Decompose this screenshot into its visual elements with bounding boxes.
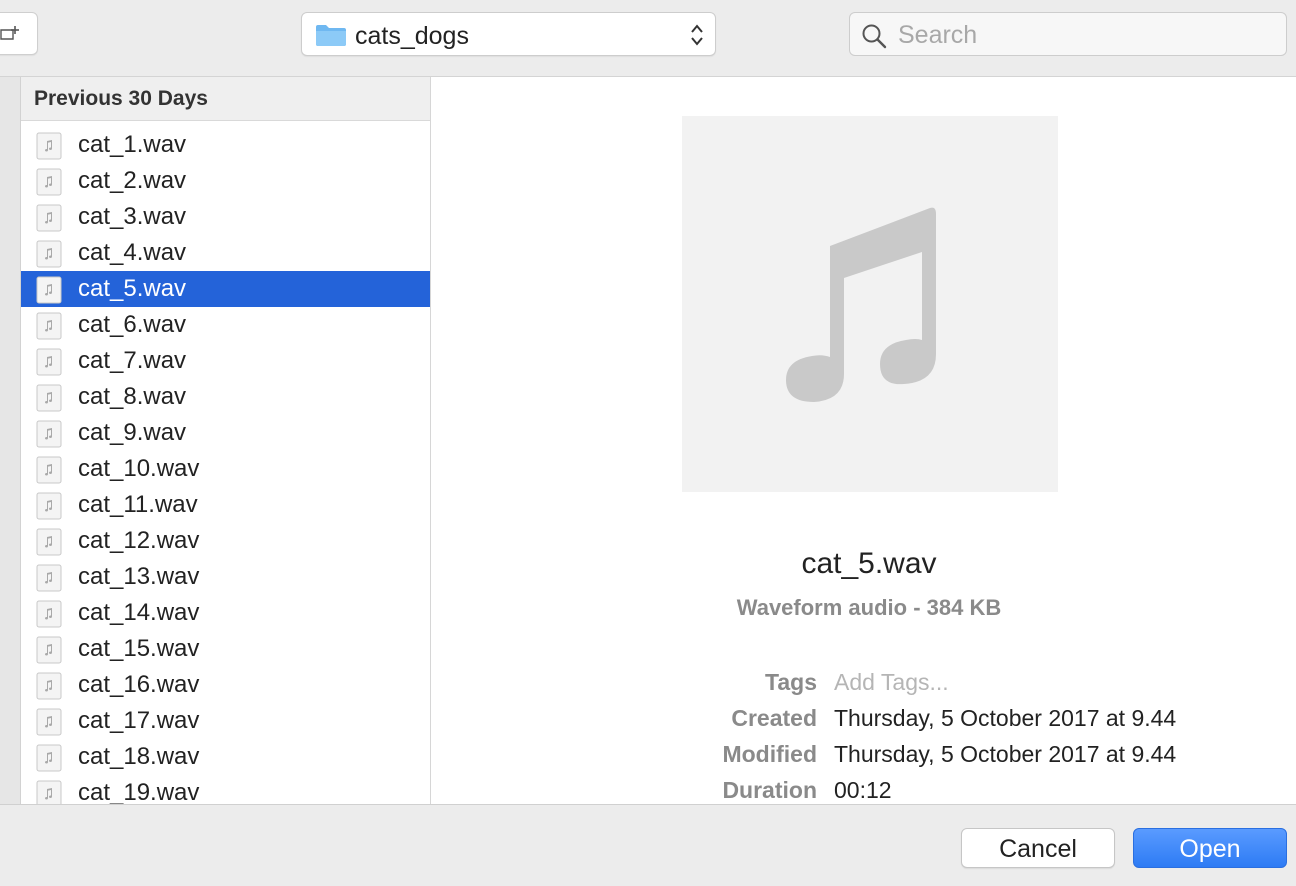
open-button[interactable]: Open bbox=[1133, 828, 1287, 868]
file-row[interactable]: cat_2.wav bbox=[21, 163, 430, 199]
folder-icon bbox=[316, 25, 346, 46]
file-name: cat_14.wav bbox=[78, 599, 200, 626]
audio-file-icon bbox=[36, 744, 62, 772]
file-name: cat_18.wav bbox=[78, 743, 200, 770]
location-label: cats_dogs bbox=[355, 22, 469, 50]
meta-tags-row: Tags Add Tags... bbox=[431, 669, 1296, 699]
file-row[interactable]: cat_8.wav bbox=[21, 379, 430, 415]
file-row[interactable]: cat_7.wav bbox=[21, 343, 430, 379]
audio-file-icon bbox=[36, 456, 62, 484]
audio-file-icon bbox=[36, 348, 62, 376]
section-header: Previous 30 Days bbox=[21, 77, 430, 121]
search-icon bbox=[862, 24, 887, 49]
file-name: cat_6.wav bbox=[78, 311, 187, 338]
meta-created-label: Created bbox=[731, 705, 817, 731]
audio-file-icon bbox=[36, 204, 62, 232]
cancel-button[interactable]: Cancel bbox=[961, 828, 1115, 868]
file-row[interactable]: cat_1.wav bbox=[21, 127, 430, 163]
meta-created-value: Thursday, 5 October 2017 at 9.44 bbox=[834, 705, 1177, 731]
search-field[interactable] bbox=[849, 12, 1287, 56]
file-name: cat_10.wav bbox=[78, 455, 200, 482]
audio-file-icon bbox=[36, 528, 62, 556]
music-note-icon bbox=[786, 207, 936, 402]
file-name: cat_13.wav bbox=[78, 563, 200, 590]
open-file-dialog: cats_dogs Previous 30 Days cat_1.wavcat_… bbox=[0, 0, 1296, 886]
file-name: cat_8.wav bbox=[78, 383, 187, 410]
file-name: cat_7.wav bbox=[78, 347, 187, 374]
file-row[interactable]: cat_9.wav bbox=[21, 415, 430, 451]
preview-pane: cat_5.wav Waveform audio - 384 KB Tags A… bbox=[431, 77, 1296, 804]
file-name: cat_2.wav bbox=[78, 167, 187, 194]
add-tags-field[interactable]: Add Tags... bbox=[834, 669, 949, 696]
meta-modified-value: Thursday, 5 October 2017 at 9.44 bbox=[834, 741, 1177, 767]
audio-file-icon bbox=[36, 708, 62, 736]
audio-file-icon bbox=[36, 168, 62, 196]
meta-modified-label: Modified bbox=[722, 741, 817, 767]
search-input[interactable] bbox=[896, 19, 1280, 51]
toolbar: cats_dogs bbox=[0, 0, 1296, 77]
sidebar bbox=[0, 77, 21, 804]
file-name: cat_5.wav bbox=[78, 275, 187, 302]
preview-kind: Waveform audio - 384 KB bbox=[736, 595, 1002, 620]
file-row[interactable]: cat_10.wav bbox=[21, 451, 430, 487]
up-down-chevron-icon bbox=[691, 24, 703, 46]
file-name: cat_19.wav bbox=[78, 779, 200, 804]
file-row[interactable]: cat_4.wav bbox=[21, 235, 430, 271]
file-row[interactable]: cat_12.wav bbox=[21, 523, 430, 559]
file-name: cat_4.wav bbox=[78, 239, 187, 266]
file-row[interactable]: cat_18.wav bbox=[21, 739, 430, 775]
file-name: cat_17.wav bbox=[78, 707, 200, 734]
file-name: cat_9.wav bbox=[78, 419, 187, 446]
preview-thumbnail bbox=[682, 116, 1058, 492]
meta-modified-row: Modified Thursday, 5 October 2017 at 9.4… bbox=[431, 741, 1296, 771]
preview-filename: cat_5.wav bbox=[801, 547, 937, 580]
meta-created-row: Created Thursday, 5 October 2017 at 9.44 bbox=[431, 705, 1296, 735]
file-row[interactable]: cat_6.wav bbox=[21, 307, 430, 343]
file-row[interactable]: cat_19.wav bbox=[21, 775, 430, 804]
file-row[interactable]: cat_11.wav bbox=[21, 487, 430, 523]
dialog-footer: Cancel Open bbox=[0, 804, 1296, 886]
new-folder-icon bbox=[0, 26, 19, 40]
file-name: cat_15.wav bbox=[78, 635, 200, 662]
file-name: cat_11.wav bbox=[78, 491, 198, 518]
file-row[interactable]: cat_13.wav bbox=[21, 559, 430, 595]
audio-file-icon bbox=[36, 312, 62, 340]
file-name: cat_1.wav bbox=[78, 131, 187, 158]
audio-file-icon bbox=[36, 780, 62, 804]
file-row[interactable]: cat_14.wav bbox=[21, 595, 430, 631]
audio-file-icon bbox=[36, 564, 62, 592]
audio-file-icon bbox=[36, 384, 62, 412]
file-browser-column: Previous 30 Days cat_1.wav cat_2.wav cat_3… bbox=[21, 77, 431, 804]
file-row[interactable]: cat_15.wav bbox=[21, 631, 430, 667]
file-name: cat_3.wav bbox=[78, 203, 187, 230]
meta-duration-label: Duration bbox=[722, 777, 817, 803]
file-row[interactable]: cat_3.wav bbox=[21, 199, 430, 235]
file-name: cat_16.wav bbox=[78, 671, 200, 698]
audio-file-icon bbox=[36, 672, 62, 700]
audio-file-icon bbox=[36, 276, 62, 304]
audio-file-icon bbox=[36, 240, 62, 268]
file-row[interactable]: cat_5.wav bbox=[21, 271, 430, 307]
meta-tags-label: Tags bbox=[765, 669, 817, 695]
audio-file-icon bbox=[36, 420, 62, 448]
audio-file-icon bbox=[36, 132, 62, 160]
file-list: cat_1.wav cat_2.wav cat_3.wav cat_4.wav cat_… bbox=[21, 121, 430, 804]
audio-file-icon bbox=[36, 492, 62, 520]
file-name: cat_12.wav bbox=[78, 527, 200, 554]
file-row[interactable]: cat_16.wav bbox=[21, 667, 430, 703]
new-folder-button[interactable] bbox=[0, 12, 38, 55]
meta-duration-value: 00:12 bbox=[834, 777, 892, 803]
audio-file-icon bbox=[36, 636, 62, 664]
meta-duration-row: Duration 00:12 bbox=[431, 777, 1296, 807]
audio-file-icon bbox=[36, 600, 62, 628]
file-row[interactable]: cat_17.wav bbox=[21, 703, 430, 739]
location-popup[interactable]: cats_dogs bbox=[301, 12, 716, 56]
